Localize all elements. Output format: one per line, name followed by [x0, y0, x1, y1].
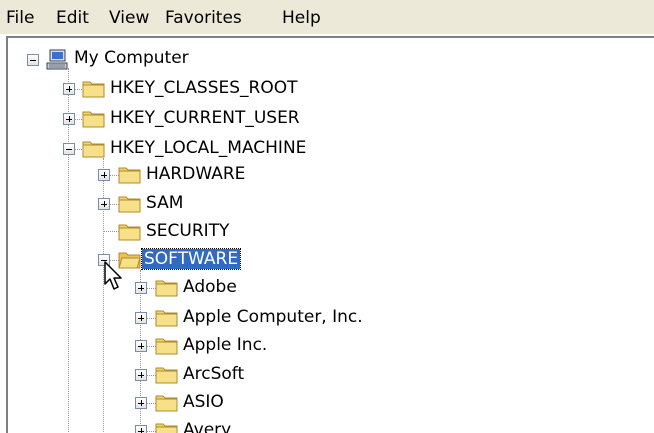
tree-item-avery[interactable]: Avery: [181, 420, 233, 433]
expand-toggle[interactable]: [63, 113, 75, 125]
menu-bar: File Edit View Favorites Help: [0, 0, 654, 36]
menu-favorites[interactable]: Favorites: [165, 9, 242, 27]
mouse-cursor-icon: [104, 261, 122, 290]
collapse-toggle[interactable]: [27, 54, 39, 66]
expand-toggle[interactable]: [98, 169, 110, 181]
expand-toggle[interactable]: [135, 340, 147, 352]
menu-edit[interactable]: Edit: [56, 9, 89, 27]
menu-file[interactable]: File: [6, 9, 34, 27]
tree-item-adobe[interactable]: Adobe: [181, 277, 239, 297]
tree-item-apple-computer[interactable]: Apple Computer, Inc.: [181, 307, 365, 327]
folder-icon: [155, 395, 178, 412]
folder-icon: [118, 196, 141, 213]
expand-toggle[interactable]: [63, 83, 75, 95]
folder-icon: [82, 81, 105, 98]
folder-icon: [155, 280, 178, 297]
expand-toggle[interactable]: [135, 282, 147, 294]
tree-item-software[interactable]: SOFTWARE: [140, 248, 242, 270]
tree-connector: [68, 68, 69, 150]
expand-toggle[interactable]: [135, 425, 147, 433]
menu-view[interactable]: View: [109, 9, 149, 27]
expand-toggle[interactable]: [135, 369, 147, 381]
tree-connector: [68, 150, 69, 433]
folder-icon: [155, 423, 178, 433]
folder-icon: [118, 224, 141, 241]
expand-toggle[interactable]: [98, 198, 110, 210]
menu-help[interactable]: Help: [282, 9, 321, 27]
tree-item-asio[interactable]: ASIO: [181, 392, 226, 412]
tree-item-hkey-classes-root[interactable]: HKEY_CLASSES_ROOT: [108, 78, 300, 98]
tree-item-sam[interactable]: SAM: [144, 193, 185, 213]
tree-item-apple-inc[interactable]: Apple Inc.: [181, 335, 269, 355]
folder-icon: [82, 141, 105, 158]
folder-icon: [155, 367, 178, 384]
folder-icon: [82, 111, 105, 128]
expand-toggle[interactable]: [135, 312, 147, 324]
registry-tree: My Computer HKEY_CLASSES_ROOT HKEY_CURRE…: [6, 36, 654, 433]
tree-item-hkey-local-machine[interactable]: HKEY_LOCAL_MACHINE: [108, 138, 308, 158]
tree-item-my-computer[interactable]: My Computer: [72, 48, 191, 68]
folder-icon: [155, 338, 178, 355]
folder-icon: [155, 310, 178, 327]
expand-toggle[interactable]: [135, 397, 147, 409]
tree-item-hardware[interactable]: HARDWARE: [144, 164, 247, 184]
tree-item-arcsoft[interactable]: ArcSoft: [181, 364, 246, 384]
tree-item-hkey-current-user[interactable]: HKEY_CURRENT_USER: [108, 108, 302, 128]
computer-icon: [46, 49, 68, 70]
tree-item-security[interactable]: SECURITY: [144, 221, 231, 241]
folder-icon: [118, 167, 141, 184]
collapse-toggle[interactable]: [63, 143, 75, 155]
